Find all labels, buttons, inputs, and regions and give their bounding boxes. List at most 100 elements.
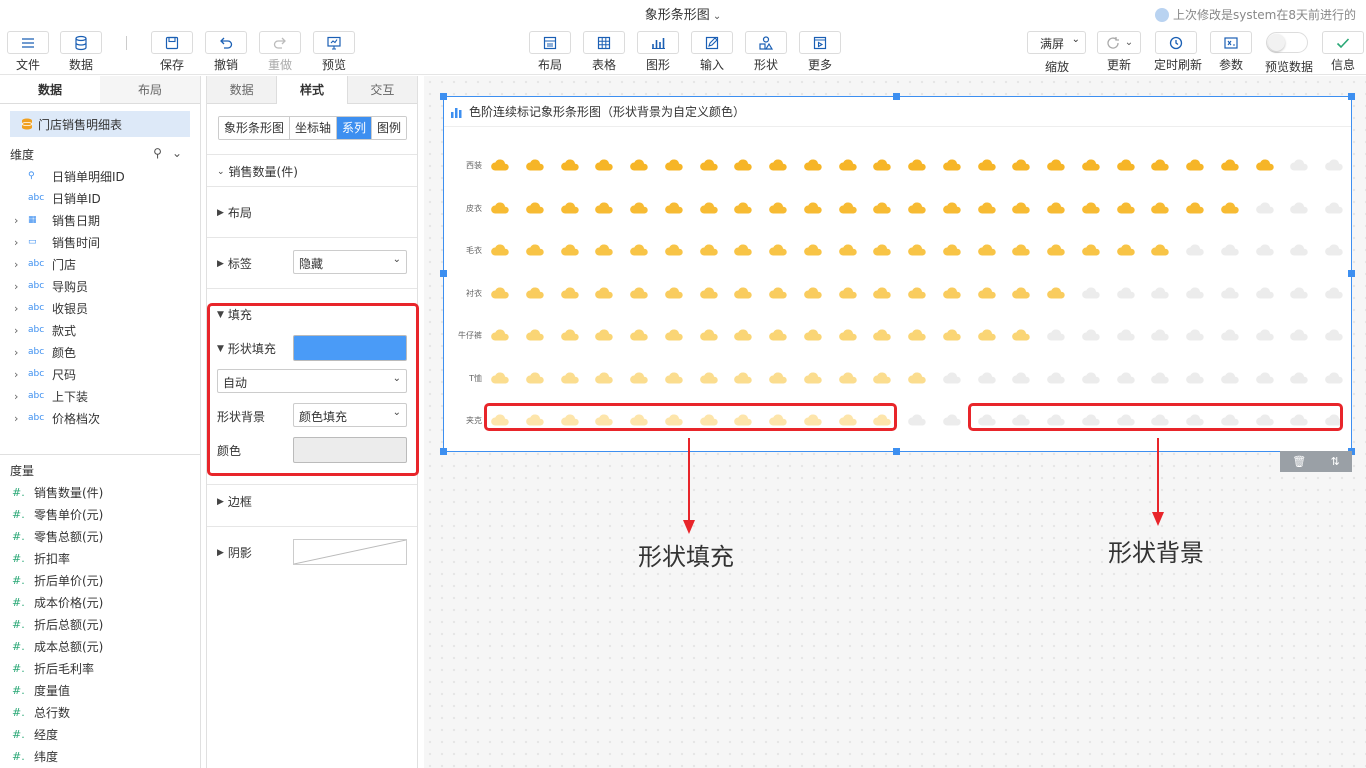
dataset-item[interactable]: 门店销售明细表 (10, 111, 190, 137)
trash-icon[interactable]: 🗑 (1292, 455, 1306, 468)
subtab-axis[interactable]: 坐标轴 (290, 117, 338, 139)
dimension-field[interactable]: › abc 尺码 (0, 363, 200, 385)
preview-button[interactable]: 预览 (312, 31, 356, 73)
measure-field[interactable]: #. 折后毛利率 (0, 657, 200, 679)
chevron-right-icon[interactable]: › (14, 346, 24, 359)
more-button[interactable]: 更多 (798, 31, 842, 73)
series-selector[interactable]: ⌄ 销售数量(件) (207, 163, 417, 180)
field-type-icon: abc (28, 347, 45, 357)
subtab-pictorial-bar[interactable]: 象形条形图 (219, 117, 291, 139)
subtab-legend[interactable]: 图例 (372, 117, 407, 139)
dimension-field[interactable]: › ▭ 销售时间 (0, 231, 200, 253)
preview-data-toggle[interactable] (1266, 32, 1308, 53)
measure-field[interactable]: #. 折后总额(元) (0, 613, 200, 635)
resize-handle[interactable] (893, 448, 900, 455)
border-section[interactable]: ▶ 边框 (207, 493, 417, 510)
table-button[interactable]: 表格 (582, 31, 626, 73)
bar-symbol-filled (769, 329, 787, 341)
chevron-right-icon[interactable]: › (14, 390, 24, 403)
measure-field[interactable]: #. 零售单价(元) (0, 503, 200, 525)
shape-button[interactable]: 形状 (744, 31, 788, 73)
measure-field[interactable]: #. 销售数量(件) (0, 481, 200, 503)
tab-interaction[interactable]: 交互 (347, 76, 417, 104)
chart-button[interactable]: 图形 (636, 31, 680, 73)
chevron-right-icon[interactable]: › (14, 258, 24, 271)
chevron-down-icon: ⌄ (217, 166, 225, 177)
dimension-field[interactable]: ⚲ 日销单明细ID (0, 165, 200, 187)
bar-symbol-filled (977, 202, 996, 213)
resize-handle[interactable] (440, 270, 447, 277)
resize-handle[interactable] (1348, 93, 1355, 100)
measure-field[interactable]: #. 经度 (0, 723, 200, 745)
layout-button[interactable]: 布局 (528, 31, 572, 73)
label-select[interactable]: 隐藏 ⌄ (293, 250, 407, 274)
data-button[interactable]: 数据 (59, 31, 103, 73)
chevron-down-icon[interactable]: ⌄ (172, 146, 182, 160)
measure-field[interactable]: #. 折后单价(元) (0, 569, 200, 591)
info-button[interactable]: 信息 (1321, 31, 1365, 73)
bar-symbol-filled (664, 202, 683, 213)
bar-symbol-filled (491, 329, 509, 341)
params-button[interactable]: 参数 (1209, 31, 1253, 73)
dimension-field[interactable]: › ▦ 销售日期 (0, 209, 200, 231)
bar-symbol-filled (1047, 202, 1065, 213)
chevron-right-icon[interactable]: › (14, 280, 24, 293)
measure-field[interactable]: #. 零售总额(元) (0, 525, 200, 547)
subtab-series[interactable]: 系列 (337, 117, 373, 139)
zoom-select[interactable]: 满屏 ⌄ (1027, 31, 1086, 54)
shadow-preview[interactable] (293, 539, 407, 565)
bar-symbol-filled (560, 159, 579, 171)
field-name: 零售总额(元) (34, 529, 104, 544)
dimension-field[interactable]: abc 日销单ID (0, 187, 200, 209)
tab-data[interactable]: 数据 (0, 76, 100, 103)
measure-field[interactable]: #. 总行数 (0, 701, 200, 723)
arrow-head (683, 520, 695, 534)
resize-handle[interactable] (440, 448, 447, 455)
dimension-field[interactable]: › abc 导购员 (0, 275, 200, 297)
tab-style[interactable]: 样式 (276, 76, 348, 104)
dimension-field[interactable]: › abc 价格档次 (0, 407, 200, 429)
dimension-field[interactable]: › abc 颜色 (0, 341, 200, 363)
timed-refresh-button[interactable]: 定时刷新 (1154, 31, 1202, 73)
refresh-button[interactable]: ⌄ 更新 (1097, 31, 1141, 73)
resize-handle[interactable] (1348, 270, 1355, 277)
dimension-field[interactable]: › abc 门店 (0, 253, 200, 275)
file-button[interactable]: 文件 (6, 31, 50, 73)
layout-section[interactable]: ▶ 布局 (207, 204, 417, 221)
chevron-right-icon[interactable]: › (14, 412, 24, 425)
chevron-right-icon[interactable]: › (14, 324, 24, 337)
dimension-field[interactable]: › abc 款式 (0, 319, 200, 341)
tab-layout[interactable]: 布局 (100, 76, 200, 103)
chevron-right-icon[interactable]: › (14, 302, 24, 315)
measure-field[interactable]: #. 度量值 (0, 679, 200, 701)
input-button[interactable]: 输入 (690, 31, 734, 73)
tab-prop-data[interactable]: 数据 (207, 76, 277, 104)
check-icon (1336, 37, 1350, 48)
measure-field[interactable]: #. 折扣率 (0, 547, 200, 569)
bar-symbol-filled (977, 329, 996, 341)
bar-symbol-filled (595, 202, 613, 213)
measure-field[interactable]: #. 成本总额(元) (0, 635, 200, 657)
swap-icon[interactable]: ⇅ (1331, 455, 1340, 468)
chevron-right-icon[interactable]: › (14, 368, 24, 381)
dimension-field[interactable]: › abc 收银员 (0, 297, 200, 319)
bar-symbol-background (1325, 372, 1343, 383)
pictorial-bar-widget[interactable]: 色阶连续标记象形条形图（形状背景为自定义颜色） 西装 皮衣 毛衣 衬衣 牛仔裤 T恤 夹克 (443, 96, 1352, 452)
redo-button[interactable]: 重做 (258, 31, 302, 73)
measure-field[interactable]: #. 纬度 (0, 745, 200, 767)
bar-symbol-background (1220, 244, 1239, 256)
chevron-right-icon[interactable]: › (14, 236, 24, 249)
bar-symbol-filled (838, 202, 857, 213)
save-button[interactable]: 保存 (150, 31, 194, 73)
measure-field[interactable]: #. 成本价格(元) (0, 591, 200, 613)
resize-handle[interactable] (440, 93, 447, 100)
dimension-field[interactable]: › abc 上下装 (0, 385, 200, 407)
search-icon[interactable]: ⚲ (153, 146, 162, 160)
undo-button[interactable]: 撤销 (204, 31, 248, 73)
layout-icon (543, 36, 557, 49)
number-type-icon: #. (12, 639, 25, 653)
resize-handle[interactable] (893, 93, 900, 100)
bar-symbol-filled (1255, 159, 1274, 171)
chevron-right-icon[interactable]: › (14, 214, 24, 227)
bar-symbol-background (1255, 372, 1274, 383)
